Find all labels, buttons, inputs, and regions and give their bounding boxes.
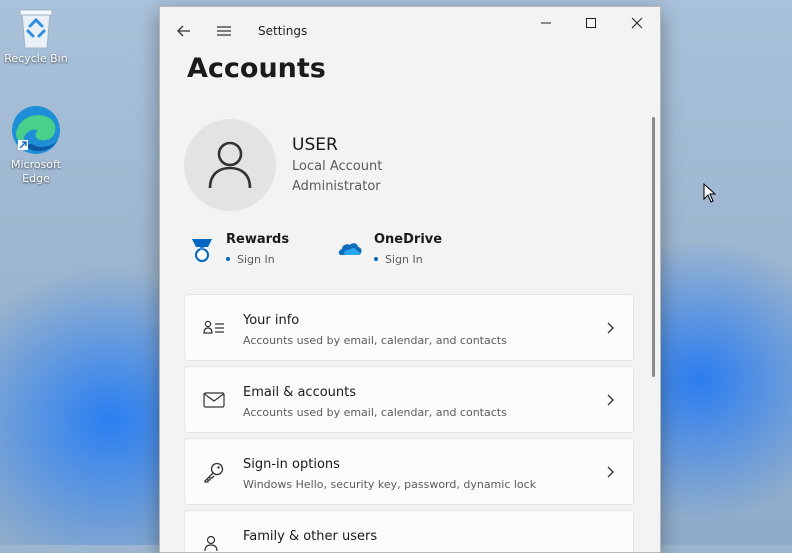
maximize-button[interactable] xyxy=(568,7,614,39)
recycle-bin-label: Recycle Bin xyxy=(4,52,68,65)
rewards-status: Sign In xyxy=(237,253,275,266)
sign-in-options-description: Windows Hello, security key, password, d… xyxy=(243,478,537,491)
back-button[interactable] xyxy=(172,21,196,41)
email-accounts-title: Email & accounts xyxy=(243,385,357,400)
close-icon xyxy=(631,17,643,29)
chevron-right-icon xyxy=(607,322,614,334)
settings-window: Settings Accounts USER Local Account Adm… xyxy=(159,6,661,553)
recycle-bin-icon xyxy=(19,9,53,49)
maximize-icon xyxy=(586,18,596,28)
user-silhouette-icon xyxy=(208,141,252,189)
rewards-service[interactable]: Rewards Sign In xyxy=(188,229,318,273)
your-info-title: Your info xyxy=(243,313,300,328)
rewards-sign-in-link[interactable]: Sign In xyxy=(226,253,275,266)
people-icon xyxy=(201,531,227,552)
app-title: Settings xyxy=(258,24,308,38)
your-info-description: Accounts used by email, calendar, and co… xyxy=(243,334,507,347)
minimize-icon xyxy=(541,22,551,24)
hamburger-menu-icon xyxy=(217,26,231,36)
sign-in-options-card[interactable]: Sign-in options Windows Hello, security … xyxy=(184,438,634,505)
navigation-menu-button[interactable] xyxy=(212,21,236,41)
contact-card-icon xyxy=(201,315,227,341)
rewards-label: Rewards xyxy=(226,232,290,247)
back-arrow-icon xyxy=(177,25,190,37)
sign-in-options-title: Sign-in options xyxy=(243,457,340,472)
onedrive-cloud-icon xyxy=(338,243,362,255)
chevron-right-icon xyxy=(607,394,614,406)
onedrive-sign-in-link[interactable]: Sign In xyxy=(374,253,423,266)
microsoft-edge-label: Microsoft Edge xyxy=(10,158,62,185)
email-accounts-card[interactable]: Email & accounts Accounts used by email,… xyxy=(184,366,634,433)
close-button[interactable] xyxy=(614,7,660,39)
key-icon xyxy=(201,459,227,485)
account-role: Administrator xyxy=(292,179,381,194)
page-title: Accounts xyxy=(187,53,326,84)
status-dot-icon xyxy=(226,257,230,261)
recycle-bin-shortcut[interactable]: Recycle Bin xyxy=(0,6,72,66)
user-name: USER xyxy=(292,135,338,155)
onedrive-service[interactable]: OneDrive Sign In xyxy=(336,229,466,273)
microsoft-edge-shortcut[interactable]: Microsoft Edge xyxy=(0,104,72,186)
account-type: Local Account xyxy=(292,159,383,174)
vertical-scrollbar[interactable] xyxy=(652,117,655,377)
onedrive-label: OneDrive xyxy=(374,232,443,247)
chevron-right-icon xyxy=(607,466,614,478)
onedrive-status: Sign In xyxy=(385,253,423,266)
title-bar[interactable]: Settings xyxy=(160,7,660,55)
minimize-button[interactable] xyxy=(523,7,569,39)
email-accounts-description: Accounts used by email, calendar, and co… xyxy=(243,406,507,419)
status-dot-icon xyxy=(374,257,378,261)
mouse-cursor-icon xyxy=(703,183,717,203)
mail-icon xyxy=(201,387,227,413)
edge-icon xyxy=(12,106,60,154)
your-info-card[interactable]: Your info Accounts used by email, calend… xyxy=(184,294,634,361)
family-other-users-title: Family & other users xyxy=(243,529,378,544)
family-other-users-card[interactable]: Family & other users xyxy=(184,510,634,552)
rewards-medal-icon xyxy=(192,239,212,262)
user-avatar[interactable] xyxy=(184,119,276,211)
